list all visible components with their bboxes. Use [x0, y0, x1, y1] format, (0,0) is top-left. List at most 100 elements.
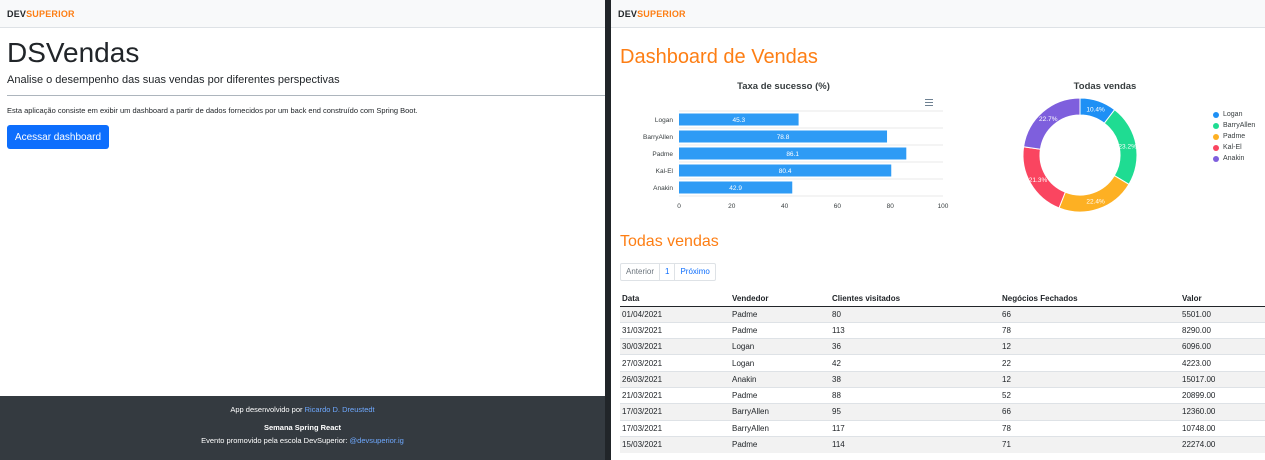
- table-cell: Logan: [730, 354, 830, 372]
- legend-marker: [1213, 111, 1219, 118]
- x-tick-label: 40: [781, 203, 789, 210]
- legend-item[interactable]: BarryAllen: [1213, 120, 1255, 131]
- legend-label: Anakin: [1223, 155, 1245, 162]
- footer-school-text: Evento promovido pela escola DevSuperior…: [201, 436, 350, 445]
- footer: App desenvolvido por Ricardo D. Dreusted…: [0, 396, 605, 460]
- category-label: Anakin: [653, 185, 673, 192]
- table-cell: 17/03/2021: [620, 419, 730, 437]
- navbar: DEV SUPERIOR: [0, 0, 605, 28]
- pagination-previous[interactable]: Anterior: [621, 264, 659, 280]
- access-dashboard-button[interactable]: Acessar dashboard: [7, 125, 109, 149]
- table-cell: 22: [1000, 354, 1180, 372]
- table-row: 26/03/2021 Anakin 38 12 15017.00: [620, 370, 1265, 388]
- bar-value-label: 42.9: [729, 185, 742, 192]
- table-cell: Logan: [730, 338, 830, 355]
- legend-item[interactable]: Kal-El: [1213, 142, 1255, 153]
- legend-label: Padme: [1223, 133, 1246, 140]
- table-cell: 52: [1000, 386, 1180, 404]
- table-row: 31/03/2021 Padme 113 78 8290.00: [620, 321, 1265, 339]
- legend-marker: [1213, 155, 1219, 162]
- table-row: 01/04/2021 Padme 80 66 5501.00: [620, 305, 1265, 323]
- x-tick-label: 0: [677, 203, 681, 210]
- bar-chart: Logan 45.3 BarryAllen 78.8 Padme 86.1 Kal-El 80…: [643, 110, 949, 210]
- table-cell: 12: [1000, 370, 1180, 388]
- page-title: DSVendas: [7, 37, 140, 68]
- pagination: Anterior 1 Próximo: [620, 263, 716, 281]
- navbar: DEV SUPERIOR: [611, 0, 1265, 28]
- column-header[interactable]: Data: [620, 291, 730, 307]
- bar-value-label: 86.1: [786, 151, 799, 158]
- legend-marker: [1213, 122, 1219, 129]
- divider: [7, 95, 605, 96]
- table-cell: 114: [830, 435, 1000, 453]
- bar-value-label: 78.8: [777, 134, 790, 141]
- donut-chart-title: Todas vendas: [1073, 81, 1137, 92]
- slice-label: 21.3%: [1029, 177, 1048, 184]
- table-cell: 10748.00: [1180, 419, 1265, 437]
- column-header[interactable]: Valor: [1180, 291, 1265, 307]
- table-cell: 5501.00: [1180, 305, 1265, 323]
- legend-marker: [1213, 133, 1219, 140]
- instagram-link[interactable]: @devsuperior.ig: [350, 436, 404, 445]
- table-cell: 66: [1000, 403, 1180, 421]
- table-cell: 17/03/2021: [620, 403, 730, 421]
- legend-item[interactable]: Padme: [1213, 131, 1255, 142]
- legend-item[interactable]: Logan: [1213, 109, 1255, 120]
- page-lead: Analise o desempenho das suas vendas por…: [7, 74, 340, 86]
- pagination-next[interactable]: Próximo: [674, 264, 714, 280]
- table-row: 27/03/2021 Logan 42 22 4223.00: [620, 354, 1265, 372]
- table-cell: BarryAllen: [730, 419, 830, 437]
- table-cell: 20899.00: [1180, 386, 1265, 404]
- brand-logo-superior[interactable]: SUPERIOR: [637, 9, 686, 19]
- brand-logo-superior[interactable]: SUPERIOR: [26, 9, 75, 19]
- column-header[interactable]: Vendedor: [730, 291, 830, 307]
- table-row: 15/03/2021 Padme 114 71 22274.00: [620, 435, 1265, 453]
- table-row: 17/03/2021 BarryAllen 117 78 10748.00: [620, 419, 1265, 437]
- footer-credit: App desenvolvido por Ricardo D. Dreusted…: [0, 405, 605, 414]
- table-cell: BarryAllen: [730, 403, 830, 421]
- table-cell: 30/03/2021: [620, 338, 730, 355]
- column-header[interactable]: Negócios Fechados: [1000, 291, 1180, 307]
- category-label: Padme: [652, 151, 673, 158]
- table-row: 17/03/2021 BarryAllen 95 66 12360.00: [620, 403, 1265, 421]
- column-header[interactable]: Clientes visitados: [830, 291, 1000, 307]
- legend-label: Kal-El: [1223, 144, 1242, 151]
- table-cell: 95: [830, 403, 1000, 421]
- brand-logo-dev[interactable]: DEV: [618, 9, 637, 19]
- slice-label: 22.4%: [1086, 198, 1105, 205]
- table-cell: 88: [830, 386, 1000, 404]
- dashboard-page: DEV SUPERIOR Dashboard de Vendas Taxa de …: [611, 0, 1265, 460]
- sales-section-title: Todas vendas: [620, 233, 719, 250]
- table-cell: 71: [1000, 435, 1180, 453]
- table-row: 30/03/2021 Logan 36 12 6096.00: [620, 338, 1265, 355]
- table-cell: 38: [830, 370, 1000, 388]
- author-link[interactable]: Ricardo D. Dreustedt: [305, 405, 375, 414]
- table-cell: 78: [1000, 321, 1180, 339]
- footer-event: Semana Spring React: [263, 423, 342, 432]
- table-cell: 12360.00: [1180, 403, 1265, 421]
- table-cell: 6096.00: [1180, 338, 1265, 355]
- category-label: BarryAllen: [643, 134, 673, 141]
- table-cell: 15/03/2021: [620, 435, 730, 453]
- table-cell: 8290.00: [1180, 321, 1265, 339]
- bar-value-label: 80.4: [779, 168, 792, 175]
- x-tick-label: 100: [938, 203, 949, 210]
- brand-logo-dev[interactable]: DEV: [7, 9, 26, 19]
- x-tick-label: 60: [834, 203, 842, 210]
- table-cell: Padme: [730, 305, 830, 323]
- table-cell: 22274.00: [1180, 435, 1265, 453]
- slice-label: 23.2%: [1118, 143, 1137, 150]
- slice-padme: [1058, 174, 1130, 213]
- table-cell: 36: [830, 338, 1000, 355]
- x-tick-label: 20: [728, 203, 736, 210]
- table-cell: Anakin: [730, 370, 830, 388]
- donut-chart: 10.4% 23.2% 22.4% 21.3% 22.7%: [1022, 97, 1138, 213]
- legend-marker: [1213, 144, 1219, 151]
- table-cell: Padme: [730, 386, 830, 404]
- legend-item[interactable]: Anakin: [1213, 153, 1255, 164]
- table-cell: 113: [830, 321, 1000, 339]
- table-header-row: Data Vendedor Clientes visitados Negócios F…: [620, 291, 1265, 307]
- table-cell: 80: [830, 305, 1000, 323]
- pagination-page[interactable]: 1: [659, 264, 674, 280]
- bar-value-label: 45.3: [732, 117, 745, 124]
